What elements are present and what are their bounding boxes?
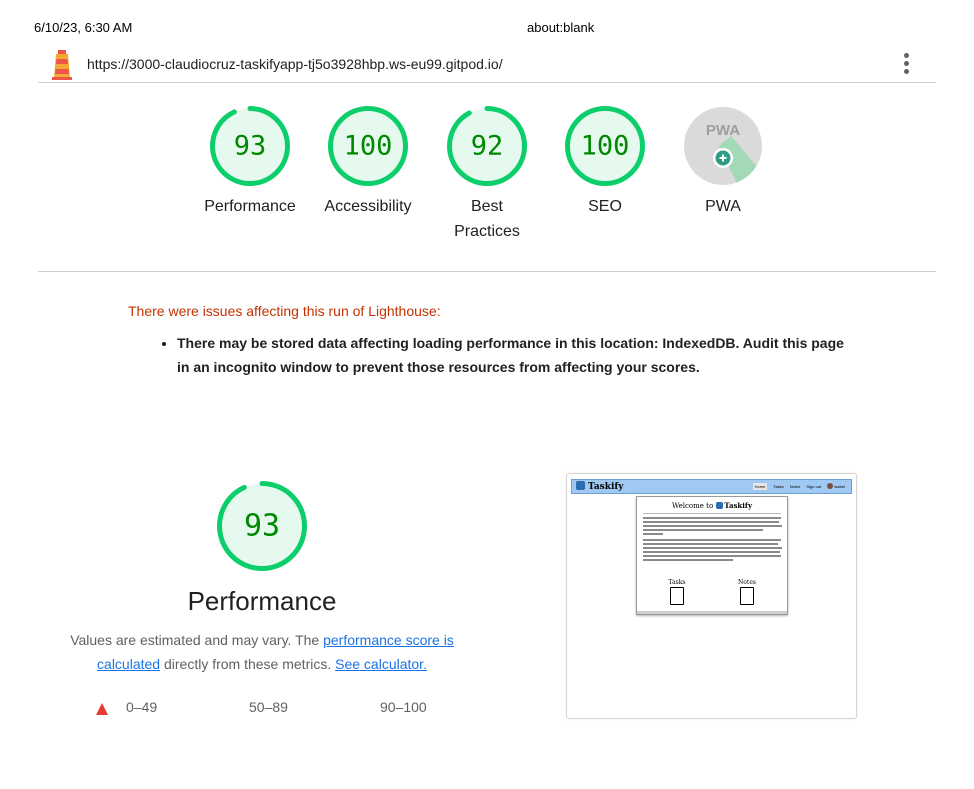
taskify-tile-notes: Notes [727,579,767,605]
taskify-navbar: Taskify Home Tasks Notes Sign out Isabel [571,479,852,494]
gauge-seo-value: 100 [581,131,630,162]
taskify-brand: Taskify [576,481,624,492]
report-topbar: https://3000-claudiocruz-taskifyapp-tj5o… [38,44,936,83]
gauge-label-performance: Performance [204,198,296,215]
gauge-best-practices[interactable]: 92 Best Practices [427,106,547,244]
performance-title: Performance [187,586,337,616]
gauge-performance-value: 93 [234,131,267,162]
fail-triangle-icon [96,703,108,715]
gauge-label-seo: SEO [588,198,622,215]
taskify-logo-icon [576,481,585,490]
nav-notes: Notes [789,484,801,489]
taskify-paragraph [643,539,782,561]
gauge-label-pwa: PWA [705,198,741,215]
taskify-welcome-card: Welcome to Taskify Tasks Notes [636,496,788,615]
perf-desc-text-2: directly from these metrics. [160,656,336,672]
audited-url[interactable]: https://3000-claudiocruz-taskifyapp-tj5o… [87,56,503,72]
gauge-best-practices-ring: 92 [447,106,527,186]
score-legend: 0–49 50–89 90–100 [0,699,524,719]
gauge-label-best-practices: Best Practices [454,198,520,240]
legend-average: 50–89 [249,699,288,715]
lighthouse-icon [52,50,72,80]
gauge-seo-ring: 100 [565,106,645,186]
print-header: 6/10/23, 6:30 AM about:blank [0,20,974,40]
section-divider [38,271,936,272]
pwa-badge-text: PWA [706,122,740,139]
warnings-title: There were issues affecting this run of … [128,303,441,319]
performance-gauge-large[interactable]: 93 [217,481,307,571]
taskify-welcome-heading: Welcome to Taskify [671,501,753,510]
print-date: 6/10/23, 6:30 AM [34,20,133,35]
perf-desc-text-1: Values are estimated and may vary. The [70,632,324,648]
taskify-tile-tasks: Tasks [657,579,697,605]
final-screenshot[interactable]: Taskify Home Tasks Notes Sign out Isabel… [566,473,857,719]
kebab-menu-icon[interactable] [902,52,910,76]
clipboard-icon [670,587,684,605]
gauge-pwa[interactable]: PWA PWA [663,106,783,219]
print-title: about:blank [527,20,595,35]
notepad-pencil-icon [740,587,754,605]
gauge-label-accessibility: Accessibility [324,198,412,215]
warning-item: There may be stored data affecting loadi… [177,331,848,379]
taskify-nav-links: Home Tasks Notes Sign out Isabel [748,483,845,490]
nav-home: Home [752,483,768,490]
performance-large-ring: 93 [217,481,307,571]
nav-tasks: Tasks [773,484,784,489]
taskify-logo-icon [716,502,724,509]
legend-pass: 90–100 [380,699,427,715]
gauge-seo[interactable]: 100 SEO [545,106,665,219]
performance-description: Values are estimated and may vary. The p… [62,628,462,676]
nav-user: Isabel [827,483,845,489]
gauge-accessibility[interactable]: 100 Accessibility [308,106,428,219]
avatar [827,483,834,489]
gauge-performance-ring: 93 [210,106,290,186]
nav-sign-out: Sign out [806,484,822,489]
pwa-badge-icon: PWA [684,107,762,185]
see-calculator-link[interactable]: See calculator. [335,656,427,672]
gauge-accessibility-value: 100 [344,131,393,162]
score-gauges: 93 Performance 100 Accessibility 92 Best Pr… [0,106,974,256]
legend-fail: 0–49 [126,699,158,715]
warnings-list: There may be stored data affecting loadi… [128,331,848,379]
taskify-paragraph [643,517,782,535]
gauge-best-practices-value: 92 [471,131,504,162]
gauge-performance[interactable]: 93 Performance [190,106,310,219]
performance-large-value: 93 [244,509,280,544]
gauge-accessibility-ring: 100 [328,106,408,186]
runtime-warnings: There were issues affecting this run of … [128,303,848,379]
